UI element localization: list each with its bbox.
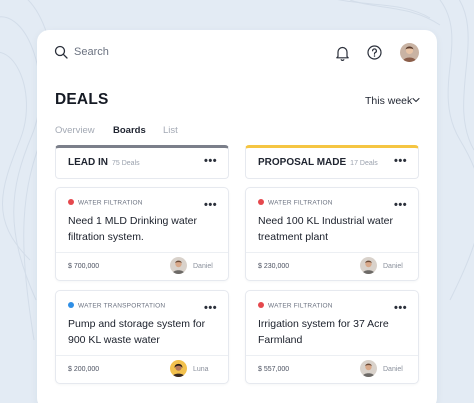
deals-panel: Search DEALS This week Overview Boards L…: [37, 30, 437, 403]
owner-avatar: [360, 257, 377, 274]
more-horizontal-icon[interactable]: •••: [204, 200, 217, 211]
owner-avatar: [170, 257, 187, 274]
category-dot-icon: [258, 302, 264, 308]
owner-name: Daniel: [193, 263, 213, 270]
deal-title: Pump and storage system for 900 KL waste…: [68, 318, 206, 346]
deal-category: WATER TRANSPORTATION: [68, 302, 165, 310]
user-avatar[interactable]: [400, 43, 419, 62]
deal-title: Need 1 MLD Drinking water filtration sys…: [68, 215, 197, 243]
column-title: PROPOSAL MADE 17 Deals: [258, 157, 378, 168]
page-title: DEALS: [55, 91, 109, 108]
owner-name: Luna: [193, 366, 209, 373]
deal-count: 17 Deals: [350, 160, 378, 167]
divider: [246, 252, 418, 253]
more-horizontal-icon[interactable]: •••: [394, 200, 407, 211]
deal-category: WATER FILTRATION: [68, 199, 143, 207]
owner-avatar: [170, 360, 187, 377]
deal-card[interactable]: WATER TRANSPORTATION ••• Pump and storag…: [55, 290, 229, 384]
top-bar: Search: [37, 30, 437, 76]
category-dot-icon: [68, 199, 74, 205]
deal-amount: $ 700,000: [68, 263, 100, 270]
more-horizontal-icon[interactable]: •••: [394, 303, 407, 314]
period-dropdown[interactable]: This week: [365, 95, 412, 107]
more-horizontal-icon[interactable]: •••: [204, 303, 217, 314]
category-dot-icon: [258, 199, 264, 205]
owner-name: Daniel: [383, 263, 403, 270]
deal-title: Need 100 KL Industrial water treatment p…: [258, 215, 394, 243]
search-input[interactable]: Search: [74, 46, 109, 58]
column-header-proposal-made: PROPOSAL MADE 17 Deals •••: [245, 145, 419, 179]
tab-boards[interactable]: Boards: [113, 125, 146, 136]
deal-amount: $ 230,000: [258, 263, 290, 270]
deal-amount: $ 557,000: [258, 366, 290, 373]
column-header-lead-in: LEAD IN 75 Deals •••: [55, 145, 229, 179]
chevron-down-icon[interactable]: [412, 97, 420, 103]
more-horizontal-icon[interactable]: •••: [204, 156, 217, 167]
owner-name: Daniel: [383, 366, 403, 373]
divider: [56, 252, 228, 253]
search-icon[interactable]: [54, 45, 68, 59]
more-horizontal-icon[interactable]: •••: [394, 156, 407, 167]
deal-card[interactable]: WATER FILTRATION ••• Need 1 MLD Drinking…: [55, 187, 229, 281]
bell-icon[interactable]: [335, 45, 350, 61]
tab-overview[interactable]: Overview: [55, 125, 95, 136]
column-title: LEAD IN 75 Deals: [68, 157, 140, 168]
deal-card[interactable]: WATER FILTRATION ••• Need 100 KL Industr…: [245, 187, 419, 281]
question-circle-icon[interactable]: [367, 45, 382, 60]
deal-category: WATER FILTRATION: [258, 302, 333, 310]
deal-count: 75 Deals: [112, 160, 140, 167]
owner-avatar: [360, 360, 377, 377]
deal-amount: $ 200,000: [68, 366, 100, 373]
deal-category: WATER FILTRATION: [258, 199, 333, 207]
tab-list[interactable]: List: [163, 125, 178, 136]
deal-title: Irrigation system for 37 Acre Farmland: [258, 318, 389, 346]
deal-card[interactable]: WATER FILTRATION ••• Irrigation system f…: [245, 290, 419, 384]
divider: [56, 355, 228, 356]
divider: [246, 355, 418, 356]
category-dot-icon: [68, 302, 74, 308]
